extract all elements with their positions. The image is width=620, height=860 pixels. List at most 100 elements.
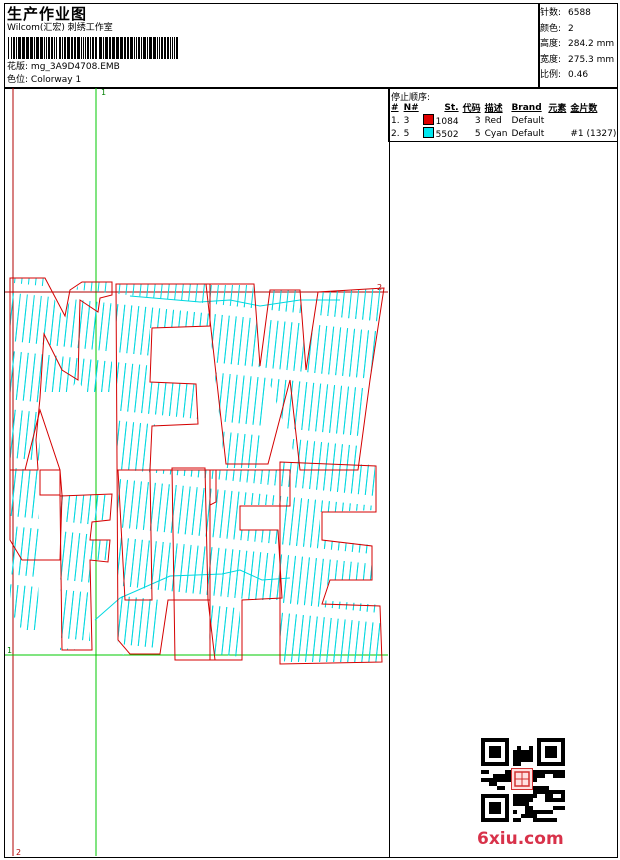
qr-module <box>561 762 565 766</box>
qr-module <box>501 786 505 790</box>
qr-module <box>533 814 537 818</box>
qr-module <box>549 738 553 742</box>
qr-module <box>497 794 501 798</box>
qr-module <box>481 742 485 746</box>
qr-module <box>553 774 557 778</box>
qr-module <box>485 738 489 742</box>
qr-module <box>505 758 509 762</box>
qr-module <box>549 798 553 802</box>
qr-module <box>513 754 517 758</box>
qr-module <box>493 806 497 810</box>
qr-module <box>517 818 521 822</box>
qr-module <box>553 798 557 802</box>
qr-module <box>525 754 529 758</box>
qr-module <box>537 810 541 814</box>
qr-module <box>505 738 509 742</box>
qr-module <box>533 786 537 790</box>
qr-module <box>521 814 525 818</box>
qr-module <box>505 814 509 818</box>
qr-module <box>541 762 545 766</box>
qr-module <box>489 818 493 822</box>
qr-module <box>497 750 501 754</box>
qr-module <box>497 774 501 778</box>
qr-module <box>529 810 533 814</box>
qr-module <box>529 798 533 802</box>
qr-module <box>537 754 541 758</box>
qr-module <box>557 770 561 774</box>
qr-module <box>493 746 497 750</box>
qr-module <box>513 810 517 814</box>
qr-module <box>533 778 537 782</box>
qr-module <box>525 798 529 802</box>
qr-module <box>501 794 505 798</box>
qr-module <box>493 818 497 822</box>
qr-module <box>493 778 497 782</box>
qr-module <box>553 750 557 754</box>
qr-module <box>489 750 493 754</box>
qr-module <box>481 794 485 798</box>
qr-module <box>549 746 553 750</box>
qr-module <box>513 762 517 766</box>
qr-module <box>537 818 541 822</box>
qr-module <box>489 810 493 814</box>
qr-module <box>549 818 553 822</box>
guide-label-v2: 2 <box>16 848 21 857</box>
qr-module <box>481 738 485 742</box>
qr-module <box>537 786 541 790</box>
qr-module <box>505 750 509 754</box>
qr-module <box>533 774 537 778</box>
qr-module <box>529 814 533 818</box>
qr-module <box>481 802 485 806</box>
qr-module <box>497 746 501 750</box>
qr-module <box>529 806 533 810</box>
qr-module <box>541 810 545 814</box>
qr-module <box>561 770 565 774</box>
qr-module <box>497 738 501 742</box>
qr-module <box>493 754 497 758</box>
qr-module <box>501 778 505 782</box>
qr-module <box>481 754 485 758</box>
qr-module <box>553 770 557 774</box>
qr-module <box>549 794 553 798</box>
qr-module <box>561 758 565 762</box>
qr-module <box>489 762 493 766</box>
qr-module <box>561 798 565 802</box>
qr-module <box>489 754 493 758</box>
watermark-logo: 6xiu.com <box>477 829 564 849</box>
qr-module <box>545 798 549 802</box>
qr-module <box>481 746 485 750</box>
qr-module <box>545 762 549 766</box>
qr-module <box>561 774 565 778</box>
qr-module <box>545 790 549 794</box>
qr-module <box>525 814 529 818</box>
qr-module <box>493 782 497 786</box>
qr-module <box>557 798 561 802</box>
qr-module <box>521 758 525 762</box>
qr-module <box>493 750 497 754</box>
qr-module <box>505 810 509 814</box>
qr-module <box>497 778 501 782</box>
seal-stamp <box>511 768 533 790</box>
qr-module <box>505 806 509 810</box>
qr-module <box>521 794 525 798</box>
qr-module <box>537 750 541 754</box>
qr-module <box>525 750 529 754</box>
qr-module <box>529 746 533 750</box>
qr-module <box>517 758 521 762</box>
qr-module <box>497 762 501 766</box>
qr-module <box>549 790 553 794</box>
qr-module <box>537 738 541 742</box>
qr-module <box>525 810 529 814</box>
qr-module <box>485 762 489 766</box>
qr-module <box>553 762 557 766</box>
qr-module <box>549 750 553 754</box>
qr-module <box>501 762 505 766</box>
qr-module <box>505 778 509 782</box>
qr-module <box>505 770 509 774</box>
qr-module <box>481 818 485 822</box>
qr-module <box>497 806 501 810</box>
qr-module <box>517 750 521 754</box>
qr-module <box>489 794 493 798</box>
qr-module <box>553 746 557 750</box>
qr-module <box>557 762 561 766</box>
